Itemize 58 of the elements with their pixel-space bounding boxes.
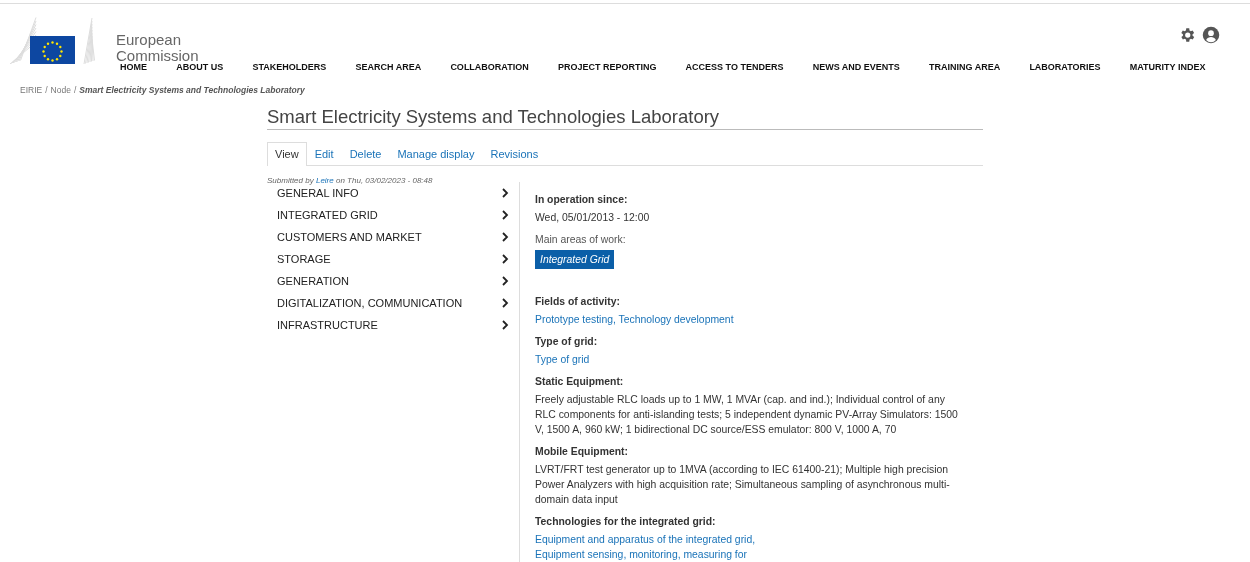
nav-link[interactable]: ACCESS TO TENDERS <box>671 62 799 72</box>
field-link[interactable]: Technology development <box>618 314 734 325</box>
nav-link[interactable]: TRAINING AREA <box>914 62 1015 72</box>
area-tag[interactable]: Integrated Grid <box>535 250 615 269</box>
field-label: Static Equipment: <box>535 375 625 389</box>
tab[interactable]: Delete <box>341 142 390 165</box>
field-link[interactable]: Prototype testing <box>535 314 613 325</box>
chevron-right-icon <box>502 298 509 308</box>
nav-link[interactable]: NEWS AND EVENTS <box>798 62 915 72</box>
section-menu-item[interactable]: INTEGRATED GRID <box>277 207 509 223</box>
page-title: Smart Electricity Systems and Technologies Laboratory <box>267 106 983 130</box>
chevron-right-icon <box>502 254 509 264</box>
breadcrumb-link[interactable]: Node <box>50 85 71 95</box>
nav-link[interactable]: STAKEHOLDERS <box>237 62 341 72</box>
link-separator: , <box>613 314 616 325</box>
section-menu-item[interactable]: GENERAL INFO <box>277 185 509 201</box>
tab[interactable]: View <box>267 142 307 166</box>
section-menu-item[interactable]: GENERATION <box>277 273 509 289</box>
submitted-byline: Submitted by Leire on Thu, 03/02/2023 - 08:48 <box>267 176 434 185</box>
field-value: LVRT/FRT test generator up to 1MVA (according to IEC 61400-21); Multiple high precision Power Analyzers with high acquisition rate; Simultaneous sampling of asynchronous multi-domain data input <box>535 463 951 507</box>
breadcrumb-link[interactable]: EIRIE <box>20 85 43 95</box>
section-menu-item[interactable]: CUSTOMERS AND MARKET <box>277 229 509 245</box>
nav-link[interactable]: ABOUT US <box>161 62 238 72</box>
chevron-right-icon <box>502 210 509 220</box>
field-link[interactable]: Equipment sensing, monitoring, measuring for <box>535 549 747 560</box>
tab[interactable]: Manage display <box>389 142 483 165</box>
field-label: Main areas of work: <box>535 233 627 247</box>
breadcrumb-separator: / <box>45 85 48 95</box>
section-menu-item[interactable]: STORAGE <box>277 251 509 267</box>
field-label: Mobile Equipment: <box>535 445 629 459</box>
field-value: Freely adjustable RLC loads up to 1 MW, 1 MVAr (cap. and ind.); Individual control of any RLC components for anti-islanding tests; 5 independent dynamic PV-Array Simulators: 1500 V, 1500 A, 960 kW; 1 bidirectional DC source/ESS emulator: 800 V, 1000 A, 70 <box>535 393 959 437</box>
nav-link[interactable]: PROJECT REPORTING <box>543 62 671 72</box>
link-separator: , <box>752 534 756 545</box>
logo-text: Commission <box>116 48 199 64</box>
field-label: Technologies for the integrated grid: <box>535 515 717 529</box>
author-link[interactable]: Leire <box>315 176 334 185</box>
nav-link[interactable]: HOME <box>105 62 162 72</box>
nav-link[interactable]: SEARCH AREA <box>340 62 436 72</box>
chevron-right-icon <box>502 188 509 198</box>
section-menu-item[interactable]: DIGITALIZATION, COMMUNICATION <box>277 295 509 311</box>
nav-link[interactable]: MATURITY INDEX <box>1115 62 1220 72</box>
section-menu-item[interactable]: INFRASTRUCTURE <box>277 317 509 333</box>
nav-link[interactable]: COLLABORATION <box>435 62 544 72</box>
field-link[interactable]: Type of grid <box>535 354 590 365</box>
logo-text: European <box>116 32 183 48</box>
field-label: Fields of activity: <box>535 295 621 309</box>
tab[interactable]: Edit <box>306 142 342 165</box>
field-value: Wed, 05/01/2013 - 12:00 <box>535 211 651 225</box>
user-account-icon[interactable] <box>1202 26 1220 44</box>
breadcrumb-separator: / <box>73 85 77 95</box>
nav-link[interactable]: LABORATORIES <box>1014 62 1116 72</box>
breadcrumb-current: Smart Electricity Systems and Technologies Laboratory <box>79 85 305 95</box>
tab[interactable]: Revisions <box>482 142 547 165</box>
field-label: Type of grid: <box>535 335 599 349</box>
field-label: In operation since: <box>535 193 629 207</box>
chevron-right-icon <box>502 320 509 330</box>
chevron-right-icon <box>502 232 509 242</box>
chevron-right-icon <box>502 276 509 286</box>
